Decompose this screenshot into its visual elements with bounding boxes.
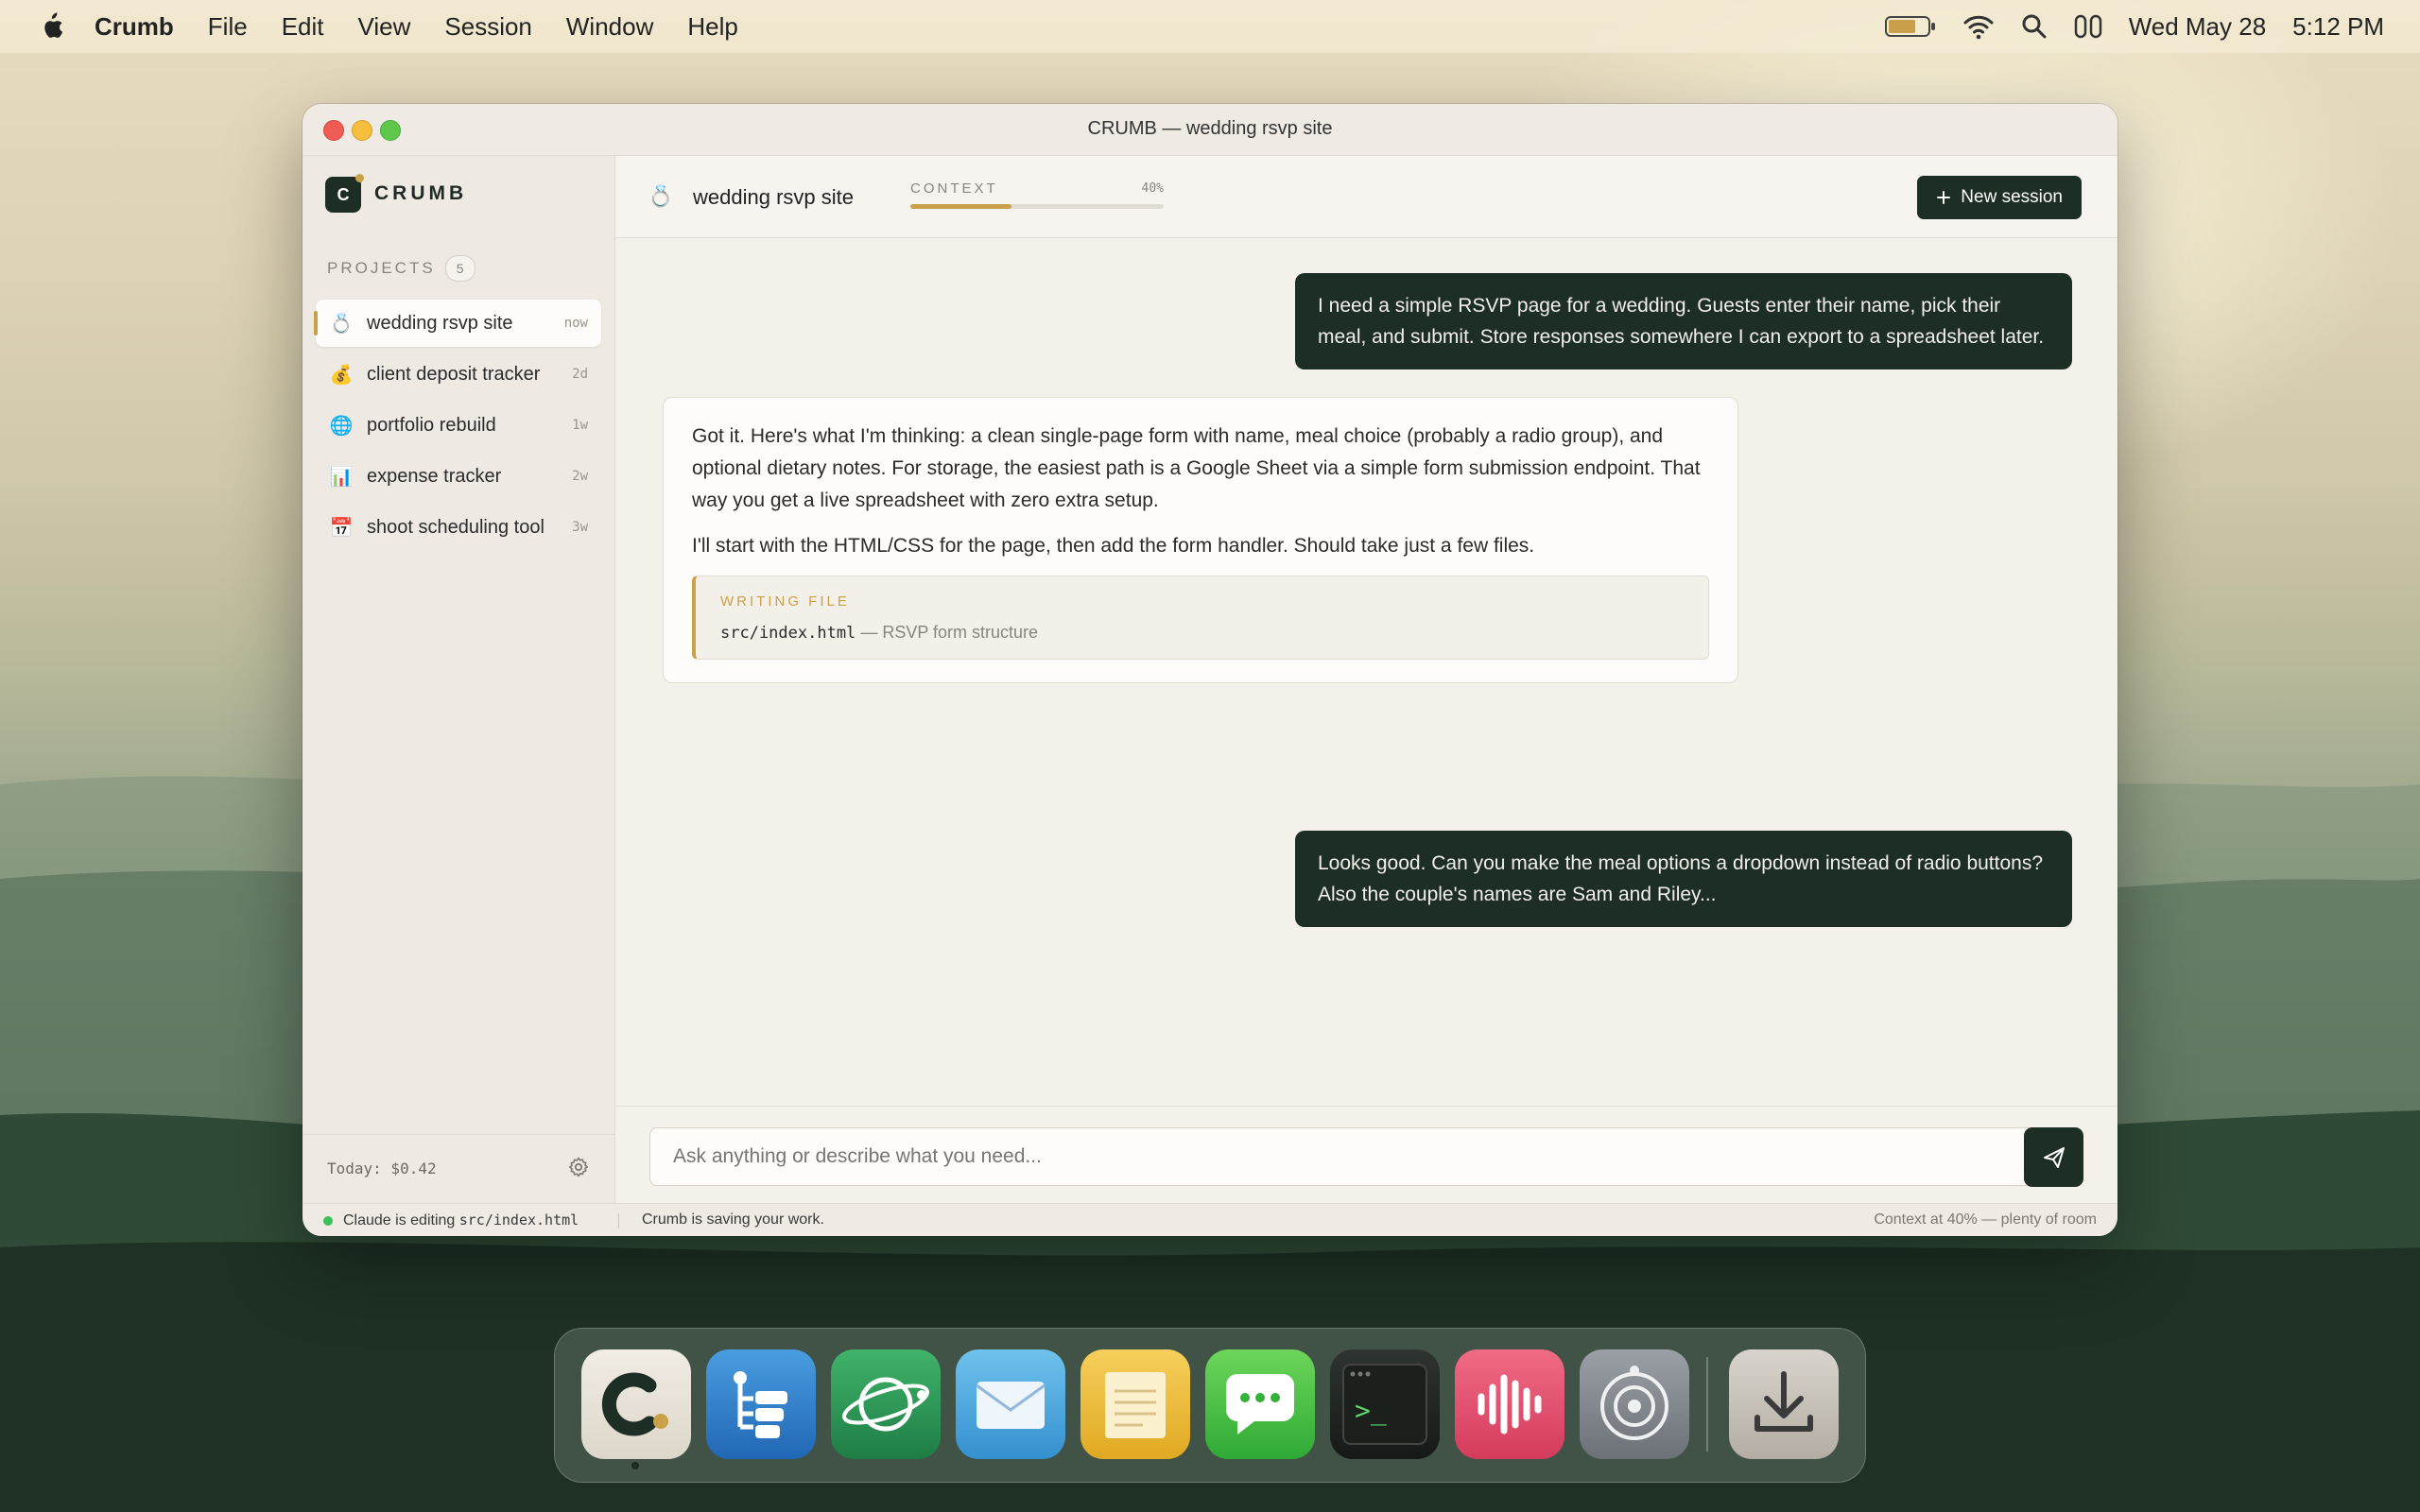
project-time: 2d: [572, 367, 588, 382]
user-message: Looks good. Can you make the meal option…: [1295, 831, 2072, 927]
project-time: 3w: [572, 520, 588, 535]
project-item-portfolio-rebuild[interactable]: 🌐 portfolio rebuild 1w: [316, 402, 601, 449]
menu-time[interactable]: 5:12 PM: [2292, 12, 2384, 42]
control-center-icon[interactable]: [2074, 13, 2102, 40]
context-percent: 40%: [1141, 181, 1164, 196]
logo-dot: [355, 174, 364, 182]
calendar-icon: 📅: [329, 517, 354, 539]
projects-count-badge: 5: [444, 255, 475, 282]
menu-app-name[interactable]: Crumb: [95, 12, 174, 42]
menu-view[interactable]: View: [358, 12, 411, 42]
project-name: client deposit tracker: [367, 363, 541, 385]
dock-browser-icon[interactable]: [831, 1349, 941, 1459]
search-icon[interactable]: [2021, 13, 2048, 40]
send-button[interactable]: [2024, 1127, 2083, 1187]
sidebar: C CRUMB PROJECTS 5 💍 wedding rsvp site n…: [302, 156, 615, 1203]
dock-mail-icon[interactable]: [956, 1349, 1065, 1459]
saving-status: Crumb is saving your work.: [642, 1211, 824, 1228]
session-header: 💍 wedding rsvp site CONTEXT 40% New sess…: [615, 156, 2118, 238]
file-path: src/index.html: [720, 624, 856, 643]
new-session-button[interactable]: New session: [1917, 176, 2082, 219]
project-time: 1w: [572, 418, 588, 433]
brand-name: CRUMB: [374, 182, 468, 204]
project-name: portfolio rebuild: [367, 414, 496, 436]
send-icon: [2044, 1147, 2065, 1168]
editing-file: src/index.html: [458, 1211, 579, 1228]
file-separator: —: [860, 623, 883, 642]
status-bar: Claude is editing src/index.html Crumb i…: [302, 1203, 2118, 1236]
composer: [615, 1106, 2118, 1204]
window-title: CRUMB — wedding rsvp site: [1087, 118, 1333, 139]
editing-status: Claude is editing src/index.html: [343, 1211, 579, 1229]
writing-file-label: WRITING FILE: [720, 593, 850, 610]
dock-notes-icon[interactable]: [1080, 1349, 1190, 1459]
editing-prefix: Claude is editing: [343, 1212, 456, 1228]
svg-text:>_: >_: [1355, 1395, 1387, 1427]
context-meter: CONTEXT 40%: [910, 180, 1164, 209]
wifi-icon[interactable]: [1962, 13, 1995, 40]
assistant-paragraph: I'll start with the HTML/CSS for the pag…: [692, 535, 1535, 557]
context-label: CONTEXT: [910, 180, 998, 197]
assistant-message: Got it. Here's what I'm thinking: a clea…: [663, 397, 1738, 683]
dock-downloads-icon[interactable]: [1729, 1349, 1839, 1459]
status-divider: [618, 1213, 619, 1228]
menu-bar: Crumb File Edit View Session Window Help…: [0, 0, 2420, 53]
battery-icon[interactable]: [1884, 14, 1936, 39]
dock-divider: [1706, 1357, 1708, 1452]
projects-heading: PROJECTS 5: [327, 255, 475, 282]
project-item-shoot-scheduling-tool[interactable]: 📅 shoot scheduling tool 3w: [316, 504, 601, 551]
dock-finder-tree-icon[interactable]: [706, 1349, 816, 1459]
sidebar-footer: Today: $0.42: [302, 1134, 614, 1203]
project-name: expense tracker: [367, 465, 502, 487]
menu-window[interactable]: Window: [566, 12, 653, 42]
user-message: I need a simple RSVP page for a wedding.…: [1295, 273, 2072, 369]
writing-file-card: WRITING FILE src/index.html — RSVP form …: [692, 576, 1709, 660]
assistant-paragraph: Got it. Here's what I'm thinking: a clea…: [692, 425, 1701, 511]
project-item-wedding-rsvp-site[interactable]: 💍 wedding rsvp site now: [314, 300, 601, 347]
dock-audio-icon[interactable]: [1455, 1349, 1564, 1459]
project-time: 2w: [572, 469, 588, 484]
project-list: 💍 wedding rsvp site now 💰 client deposit…: [314, 300, 601, 555]
globe-icon: 🌐: [329, 415, 354, 437]
bar-chart-icon: 📊: [329, 466, 354, 488]
menu-date[interactable]: Wed May 28: [2129, 12, 2266, 42]
app-window: CRUMB — wedding rsvp site C CRUMB PROJEC…: [302, 104, 2118, 1236]
dock-terminal-icon[interactable]: >_: [1330, 1349, 1440, 1459]
dock-radar-icon[interactable]: [1580, 1349, 1689, 1459]
project-time: now: [563, 316, 588, 331]
new-session-label: New session: [1961, 187, 2063, 207]
ring-icon: 💍: [329, 313, 354, 335]
menu-session[interactable]: Session: [444, 12, 532, 42]
title-bar: CRUMB — wedding rsvp site: [302, 104, 2118, 156]
plus-icon: [1937, 191, 1951, 204]
menu-help[interactable]: Help: [687, 12, 737, 42]
menu-edit[interactable]: Edit: [282, 12, 324, 42]
apple-logo-icon[interactable]: [38, 11, 64, 42]
money-bag-icon: 💰: [329, 364, 354, 386]
context-bar-fill: [910, 204, 1012, 209]
projects-label: PROJECTS: [327, 259, 436, 277]
session-title: wedding rsvp site: [693, 185, 854, 209]
menu-file[interactable]: File: [208, 12, 248, 42]
project-name: wedding rsvp site: [367, 312, 513, 334]
context-bar: [910, 204, 1164, 209]
status-dot: [323, 1216, 333, 1226]
dock-crumb-icon[interactable]: [581, 1349, 691, 1459]
gear-icon[interactable]: [567, 1156, 590, 1178]
dock-messages-icon[interactable]: [1205, 1349, 1315, 1459]
ring-icon: 💍: [648, 184, 674, 208]
project-item-client-deposit-tracker[interactable]: 💰 client deposit tracker 2d: [316, 351, 601, 398]
logo-letter: C: [337, 185, 350, 204]
context-status: Context at 40% — plenty of room: [1874, 1211, 2097, 1228]
chat-panel: 💍 wedding rsvp site CONTEXT 40% New sess…: [615, 156, 2118, 1204]
file-description: RSVP form structure: [882, 623, 1039, 642]
app-logo: C: [325, 174, 364, 213]
project-name: shoot scheduling tool: [367, 516, 544, 538]
dock: >_: [554, 1328, 1866, 1483]
daily-cost: Today: $0.42: [327, 1160, 437, 1177]
dock-running-indicator: [631, 1462, 639, 1469]
prompt-input[interactable]: [649, 1127, 2039, 1186]
writing-file-line: src/index.html — RSVP form structure: [720, 620, 1684, 645]
project-item-expense-tracker[interactable]: 📊 expense tracker 2w: [316, 453, 601, 500]
